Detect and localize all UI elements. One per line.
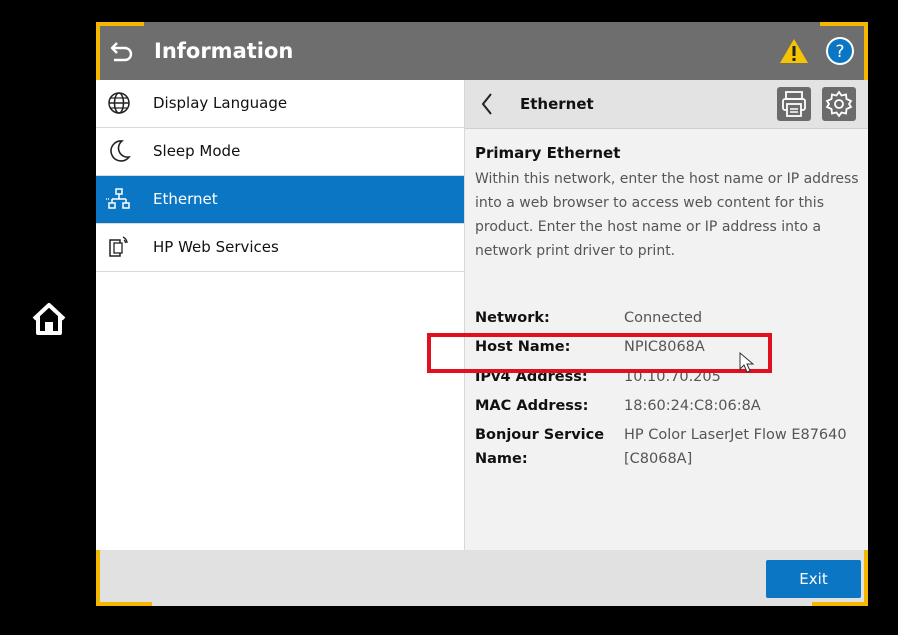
exit-button[interactable]: Exit <box>766 560 861 598</box>
menu-item-display-language[interactable]: Display Language <box>96 80 464 128</box>
bonjour-value: HP Color LaserJet Flow E87640 [C8068A] <box>624 427 847 467</box>
corner-marker <box>96 602 152 606</box>
menu-item-hp-web-services[interactable]: HP Web Services <box>96 224 464 272</box>
print-button[interactable] <box>777 87 811 121</box>
network-label: Network: <box>475 310 550 326</box>
menu-item-ethernet[interactable]: Ethernet <box>96 176 464 224</box>
warning-icon <box>780 39 808 63</box>
home-button[interactable] <box>28 298 70 340</box>
home-icon <box>32 303 66 335</box>
gear-icon <box>825 90 853 118</box>
help-button[interactable]: ? <box>825 36 855 66</box>
page-title: Information <box>154 39 294 63</box>
cursor-icon <box>739 352 755 373</box>
mac-address-value: 18:60:24:C8:06:8A <box>624 398 761 414</box>
corner-marker <box>96 550 100 606</box>
title-bar: Information ? <box>96 22 868 80</box>
detail-back-button[interactable] <box>477 90 497 118</box>
chevron-left-icon <box>481 93 492 115</box>
back-button[interactable] <box>106 38 134 66</box>
footer-bar: Exit <box>96 550 868 606</box>
corner-marker <box>820 22 868 26</box>
bonjour-label: Bonjour Service Name: <box>475 427 605 467</box>
help-icon: ? <box>826 37 854 65</box>
corner-marker <box>96 22 100 80</box>
menu-item-sleep-mode[interactable]: Sleep Mode <box>96 128 464 176</box>
detail-pane: Ethernet Primary Ethernet Within this ne… <box>465 80 868 550</box>
warning-button[interactable] <box>779 37 809 65</box>
menu-item-label: Sleep Mode <box>153 142 241 160</box>
corner-marker <box>812 602 868 606</box>
corner-marker <box>96 22 144 26</box>
corner-marker <box>864 550 868 606</box>
network-value: Connected <box>624 310 703 326</box>
corner-marker <box>864 22 868 80</box>
settings-button[interactable] <box>822 87 856 121</box>
globe-icon <box>108 92 130 114</box>
settings-menu: Display Language Sleep Mode Ethernet HP … <box>96 80 465 550</box>
svg-text:?: ? <box>835 42 844 62</box>
detail-title: Ethernet <box>520 95 594 113</box>
device-screen: Information ? Display Language Sleep Mod… <box>96 22 868 606</box>
web-services-icon <box>109 236 128 257</box>
network-description: Within this network, enter the host name… <box>475 171 859 259</box>
menu-item-label: HP Web Services <box>153 238 279 256</box>
network-icon <box>106 188 130 209</box>
ipv4-highlight-box <box>427 333 772 373</box>
back-arrow-icon <box>110 42 133 62</box>
section-title: Primary Ethernet <box>475 144 621 162</box>
menu-item-label: Display Language <box>153 94 288 112</box>
printer-icon <box>782 91 806 117</box>
detail-header: Ethernet <box>465 80 868 129</box>
menu-item-label: Ethernet <box>153 190 218 208</box>
moon-icon <box>110 140 131 162</box>
mac-address-label: MAC Address: <box>475 398 589 414</box>
